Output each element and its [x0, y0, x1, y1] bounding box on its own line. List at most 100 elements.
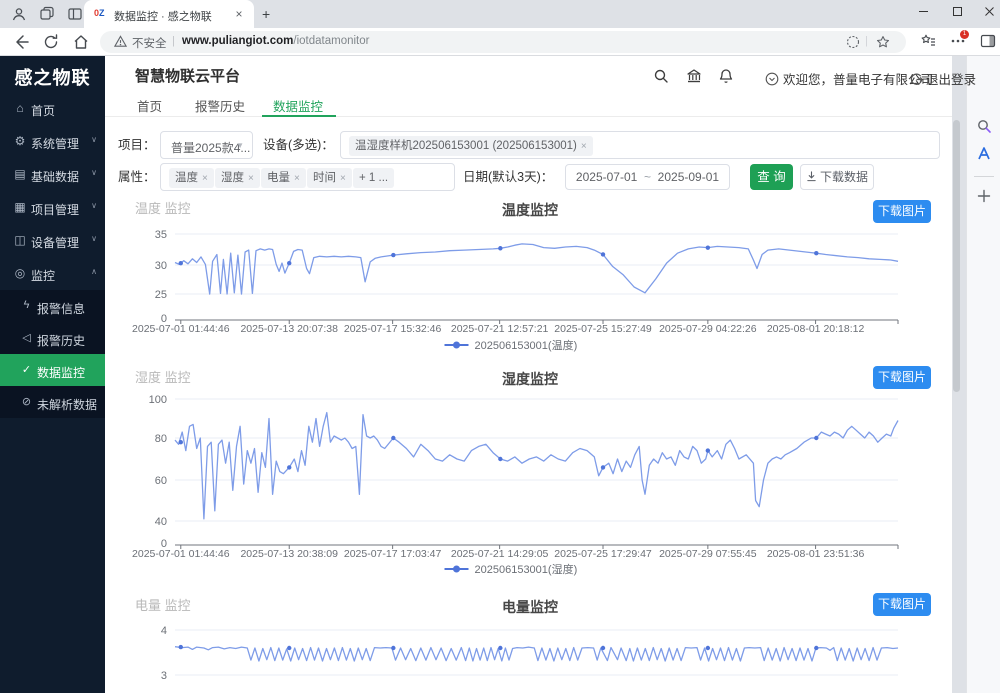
svg-text:2025-07-29 04:22:26: 2025-07-29 04:22:26: [659, 323, 757, 335]
attribute-label: 属性：: [118, 163, 156, 191]
sidebar-subitem-3[interactable]: ✓数据监控: [0, 354, 105, 386]
svg-text:2025-07-01 01:44:46: 2025-07-01 01:44:46: [132, 548, 230, 560]
notification-bell-icon[interactable]: [718, 68, 734, 84]
chip-remove-icon[interactable]: ×: [202, 173, 208, 184]
svg-text:2025-08-01 23:51:36: 2025-08-01 23:51:36: [767, 548, 865, 560]
sidebar-item-label: 首页: [31, 102, 55, 119]
chip-remove-icon[interactable]: ×: [248, 173, 254, 184]
chip-remove-icon[interactable]: ×: [294, 173, 300, 184]
svg-text:25: 25: [155, 289, 167, 301]
svg-text:2025-07-13 20:38:09: 2025-07-13 20:38:09: [240, 548, 338, 560]
device-label: 设备(多选)：: [263, 131, 334, 159]
bing-search-icon[interactable]: [976, 118, 992, 134]
svg-text:35: 35: [155, 229, 167, 241]
device-icon: ◫: [13, 233, 27, 247]
new-tab-button[interactable]: +: [262, 6, 270, 22]
page-tab-1[interactable]: 首页: [137, 96, 162, 115]
search-icon[interactable]: [653, 68, 669, 84]
tab-close-icon[interactable]: ×: [232, 7, 246, 21]
svg-text:60: 60: [155, 475, 167, 487]
home-icon[interactable]: [72, 33, 90, 51]
attribute-chip-1[interactable]: 温度×: [169, 168, 214, 188]
url-text[interactable]: www.puliangiot.com/iotdatamonitor: [182, 35, 369, 47]
sidebar-panel-icon[interactable]: [980, 33, 996, 49]
download-image-button[interactable]: 下载图片: [873, 200, 931, 223]
device-chip[interactable]: 温湿度样机202506153001 (202506153001)×: [349, 136, 593, 156]
attribute-more-chip[interactable]: + 1 ...: [353, 168, 394, 188]
sidebar-item-5[interactable]: ◫设备管理∨: [0, 224, 105, 257]
chevron-down-icon: ∨: [91, 201, 97, 210]
active-tab-underline: [262, 115, 336, 117]
page-scrollbar[interactable]: [953, 120, 960, 392]
url-divider: |: [172, 35, 175, 47]
window-minimize-button[interactable]: [906, 0, 940, 28]
collections-icon[interactable]: [920, 33, 936, 49]
not-secure-warning-icon: [114, 35, 127, 48]
sidebar-item-1[interactable]: ⌂ 首页: [0, 92, 105, 125]
workspaces-icon[interactable]: [38, 6, 56, 22]
app-logo: 感之物联: [0, 64, 105, 90]
page-tab-2[interactable]: 报警历史: [195, 96, 245, 115]
chip-remove-icon[interactable]: ×: [581, 141, 587, 152]
attribute-multiselect[interactable]: 温度×湿度×电量×时间×+ 1 ...: [160, 163, 455, 191]
url-bar[interactable]: 不安全 | www.puliangiot.com/iotdatamonitor …: [100, 31, 906, 53]
device-multiselect[interactable]: 温湿度样机202506153001 (202506153001)×: [340, 131, 940, 159]
date-range-input[interactable]: 2025-07-01 ~ 2025-09-01: [565, 164, 730, 190]
window-close-button[interactable]: [972, 0, 1000, 28]
download-image-button[interactable]: 下载图片: [873, 366, 931, 389]
attribute-chip-3[interactable]: 电量×: [261, 168, 306, 188]
security-label[interactable]: 不安全: [132, 35, 167, 51]
sidebar-subitem-1[interactable]: ϟ 报警信息: [0, 290, 105, 322]
back-icon[interactable]: [12, 33, 30, 51]
refresh-icon[interactable]: [42, 33, 60, 51]
sidebar-item-3[interactable]: ▤基础数据∨: [0, 158, 105, 191]
download-image-button[interactable]: 下载图片: [873, 593, 931, 616]
chevron-down-icon: ∨: [91, 135, 97, 144]
alarm-info-icon: ϟ: [20, 299, 33, 311]
svg-text:3: 3: [161, 670, 167, 682]
attribute-chip-2[interactable]: 湿度×: [215, 168, 260, 188]
tab-actions-icon[interactable]: [66, 6, 84, 22]
logout-icon: [910, 73, 923, 86]
date-label: 日期(默认3天)：: [463, 163, 553, 191]
institution-icon[interactable]: [686, 68, 702, 84]
sidebar-subitem-2[interactable]: ◁报警历史: [0, 322, 105, 354]
svg-text:30: 30: [155, 260, 167, 272]
query-button[interactable]: 查 询: [750, 164, 793, 190]
sidebar-subitem-label: 报警信息: [37, 300, 85, 317]
sidebar-item-2[interactable]: ⚙系统管理∨: [0, 125, 105, 158]
browser-tab[interactable]: 0Z 数据监控 · 感之物联 ×: [84, 0, 254, 28]
app-sidebar: 感之物联 ⌂首页⚙系统管理∨▤基础数据∨▦项目管理∨◫设备管理∨◎监控∧ϟ报警信…: [0, 56, 105, 693]
sidebar-subitem-label: 未解析数据: [37, 396, 97, 413]
logout-button[interactable]: 退出登录: [910, 69, 976, 88]
project-label: 项目：: [118, 131, 156, 159]
unparsed-icon: ⊘: [20, 395, 33, 408]
sidebar-item-4[interactable]: ▦项目管理∨: [0, 191, 105, 224]
svg-text:202506153001(湿度): 202506153001(湿度): [475, 562, 578, 576]
project-select[interactable]: 普量2025款4...▼: [160, 131, 253, 159]
chip-remove-icon[interactable]: ×: [340, 173, 346, 184]
sidebar-item-label: 系统管理: [31, 135, 79, 152]
sidebar-item-label: 设备管理: [31, 234, 79, 251]
grid-icon: ▦: [13, 200, 27, 214]
sidebar-item-label: 监控: [31, 267, 55, 284]
window-maximize-button[interactable]: [940, 0, 974, 28]
sidebar-app-icon[interactable]: [976, 146, 992, 162]
tab-title: 数据监控 · 感之物联: [114, 8, 232, 24]
download-data-button[interactable]: 下载数据: [800, 164, 874, 190]
page-tab-3[interactable]: 数据监控: [273, 96, 323, 115]
sidebar-item-6[interactable]: ◎监控∧: [0, 257, 105, 290]
home-icon: ⌂: [13, 101, 27, 115]
platform-title: 智慧物联云平台: [135, 65, 240, 86]
profile-icon[interactable]: [10, 6, 28, 22]
sidebar-subitem-4[interactable]: ⊘ 未解析数据: [0, 386, 105, 418]
welcome-user[interactable]: 欢迎您，普量电子有限公司: [765, 69, 933, 88]
rail-add-icon[interactable]: [976, 188, 992, 204]
urlbar-divider: |: [865, 35, 868, 47]
settings-more-icon[interactable]: 1: [950, 33, 966, 49]
monitor-icon: ◎: [13, 266, 27, 280]
attribute-chip-4[interactable]: 时间×: [307, 168, 352, 188]
reader-icon[interactable]: [846, 35, 860, 49]
favorite-star-icon[interactable]: [876, 35, 890, 49]
alarm-history-icon: ◁: [20, 331, 33, 344]
